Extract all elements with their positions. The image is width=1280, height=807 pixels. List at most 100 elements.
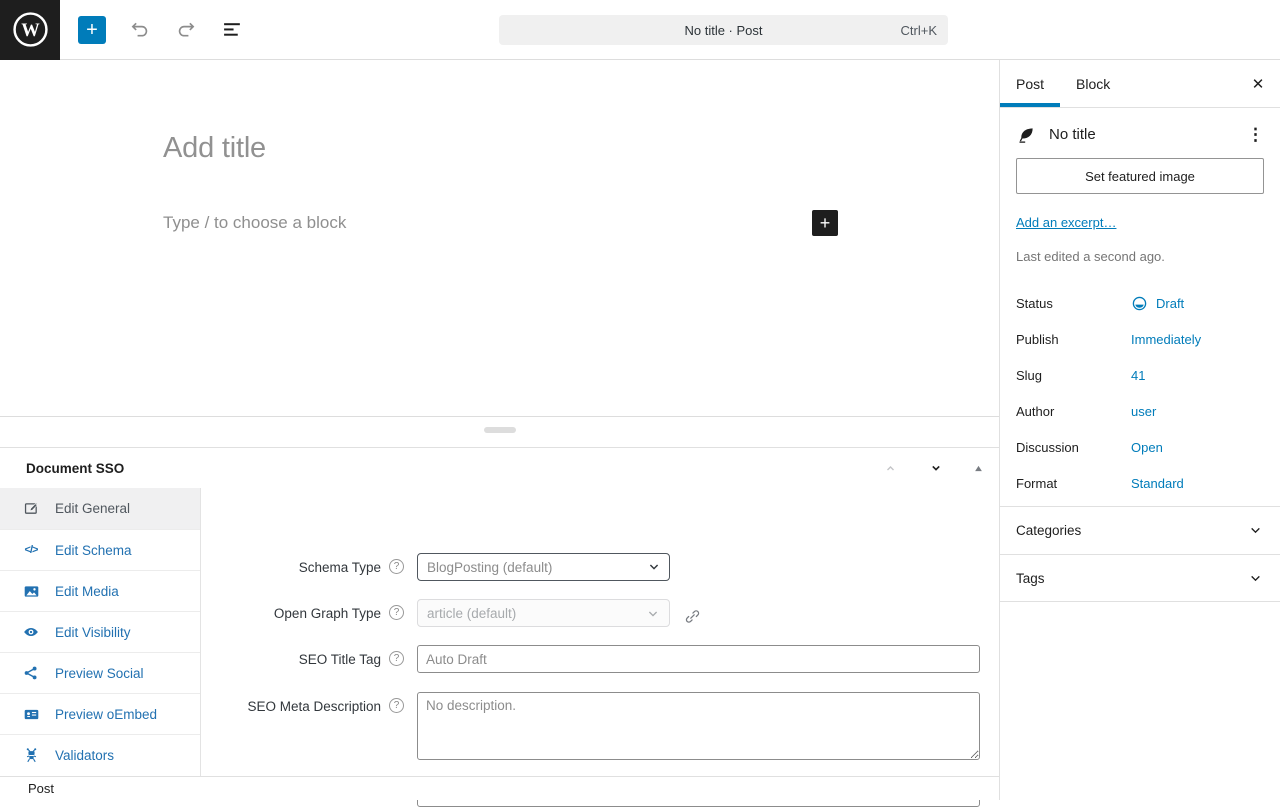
sso-nav-label: Edit Visibility: [55, 625, 131, 640]
help-icon[interactable]: ?: [389, 559, 404, 574]
sso-nav-edit-schema[interactable]: </> Edit Schema: [0, 529, 200, 570]
sso-nav-validators[interactable]: Validators: [0, 734, 200, 775]
schema-type-select[interactable]: BlogPosting (default): [417, 553, 670, 581]
wordpress-logo[interactable]: W: [0, 0, 60, 60]
og-type-select: article (default): [417, 599, 670, 627]
post-type-leaf-icon: [1016, 124, 1037, 145]
publish-label: Publish: [1016, 332, 1131, 347]
sso-nav-preview-oembed[interactable]: Preview oEmbed: [0, 693, 200, 734]
publish-value[interactable]: Immediately: [1131, 332, 1201, 347]
help-icon[interactable]: ?: [389, 698, 404, 713]
slug-label: Slug: [1016, 368, 1131, 383]
editor-top-bar: W +: [0, 0, 1280, 60]
tab-block[interactable]: Block: [1060, 60, 1126, 107]
author-row: Author user: [1016, 393, 1264, 429]
move-down-button[interactable]: [928, 460, 944, 476]
metabox-header: Document SSO: [0, 448, 999, 488]
chevron-down-icon: [1247, 570, 1264, 587]
svg-text:W: W: [21, 21, 40, 41]
post-summary-row: No title ⋮: [1016, 124, 1264, 145]
triangle-up-icon: [974, 464, 983, 473]
status-row: Status Draft: [1016, 285, 1264, 321]
eye-icon: [22, 623, 40, 641]
tags-panel-toggle[interactable]: Tags: [1000, 554, 1280, 602]
edit-pencil-icon: [22, 500, 40, 517]
undo-button[interactable]: [126, 16, 153, 43]
format-label: Format: [1016, 476, 1131, 491]
post-title-input[interactable]: Add title: [163, 132, 266, 165]
sidebar-tabs: Post Block ✕: [1000, 60, 1280, 108]
redo-button[interactable]: [173, 16, 200, 43]
toggle-block-inserter-button[interactable]: +: [78, 16, 106, 44]
document-title: No title · Post: [499, 15, 948, 45]
format-row: Format Standard: [1016, 465, 1264, 501]
last-edited-text: Last edited a second ago.: [1016, 249, 1264, 264]
chevron-down-icon: [645, 606, 661, 622]
discussion-label: Discussion: [1016, 440, 1131, 455]
metabox-resize-handle[interactable]: [484, 427, 516, 433]
help-icon[interactable]: ?: [389, 651, 404, 666]
format-value[interactable]: Standard: [1131, 476, 1184, 491]
schema-type-label: Schema Type: [201, 553, 381, 575]
author-label: Author: [1016, 404, 1131, 419]
editor-canvas: Add title Type / to choose a block +: [0, 60, 999, 417]
sso-nav-label: Preview oEmbed: [55, 707, 157, 722]
toggle-panel-button[interactable]: [974, 464, 983, 473]
post-summary-title: No title: [1049, 126, 1096, 143]
chevron-down-icon: [1247, 522, 1264, 539]
plus-icon: +: [820, 214, 831, 232]
slug-row: Slug 41: [1016, 357, 1264, 393]
editor-footer: Post: [0, 776, 999, 800]
link-icon[interactable]: [684, 605, 701, 627]
seo-title-input[interactable]: [417, 645, 980, 673]
sso-nav-label: Edit Media: [55, 584, 119, 599]
status-value[interactable]: Draft: [1131, 295, 1184, 312]
settings-sidebar: Post Block ✕ No title ⋮ Set featured ima…: [999, 60, 1280, 800]
empty-block-paragraph[interactable]: Type / to choose a block: [163, 213, 346, 233]
sso-nav-edit-general[interactable]: Edit General: [0, 488, 200, 529]
redo-icon: [175, 18, 198, 41]
help-icon[interactable]: ?: [389, 605, 404, 620]
add-block-button[interactable]: +: [812, 210, 838, 236]
sso-nav-preview-social[interactable]: Preview Social: [0, 652, 200, 693]
sso-nav-edit-media[interactable]: Edit Media: [0, 570, 200, 611]
author-value[interactable]: user: [1131, 404, 1156, 419]
draft-status-icon: [1131, 295, 1148, 312]
sso-nav-label: Preview Social: [55, 666, 144, 681]
post-summary-fields: Status Draft Publish Immediately Slug 41…: [1016, 285, 1264, 501]
wordpress-logo-icon: W: [12, 11, 49, 48]
close-icon[interactable]: ✕: [1246, 72, 1270, 96]
sso-nav-edit-visibility[interactable]: Edit Visibility: [0, 611, 200, 652]
categories-panel-toggle[interactable]: Categories: [1000, 506, 1280, 554]
og-type-label: Open Graph Type: [201, 599, 381, 621]
kebab-menu-icon[interactable]: ⋮: [1247, 125, 1264, 145]
add-excerpt-link[interactable]: Add an excerpt…: [1016, 215, 1116, 230]
image-icon: [22, 583, 40, 600]
publish-row: Publish Immediately: [1016, 321, 1264, 357]
sso-nav-label: Validators: [55, 748, 114, 763]
discussion-row: Discussion Open: [1016, 429, 1264, 465]
tab-post[interactable]: Post: [1000, 60, 1060, 107]
seo-description-label: SEO Meta Description: [201, 692, 381, 714]
chevron-up-icon: [883, 461, 898, 476]
share-icon: [22, 665, 40, 681]
status-label: Status: [1016, 296, 1131, 311]
chevron-down-icon: [928, 460, 944, 476]
robot-icon: [22, 747, 40, 764]
discussion-value[interactable]: Open: [1131, 440, 1163, 455]
plus-icon: +: [86, 20, 98, 40]
move-up-button[interactable]: [883, 461, 898, 476]
card-icon: [22, 706, 40, 723]
seo-title-label: SEO Title Tag: [201, 645, 381, 667]
sso-form: Schema Type ? BlogPosting (default) Open…: [201, 488, 999, 777]
sso-nav-label: Edit General: [55, 501, 130, 516]
seo-description-textarea[interactable]: [417, 692, 980, 760]
slug-value[interactable]: 41: [1131, 368, 1145, 383]
metabox-title: Document SSO: [26, 461, 124, 476]
list-view-icon: [222, 19, 243, 40]
command-palette-trigger[interactable]: No title · Post Ctrl+K: [499, 15, 948, 45]
undo-icon: [128, 18, 151, 41]
set-featured-image-button[interactable]: Set featured image: [1016, 158, 1264, 194]
breadcrumb[interactable]: Post: [28, 781, 54, 796]
list-view-button[interactable]: [220, 17, 245, 42]
